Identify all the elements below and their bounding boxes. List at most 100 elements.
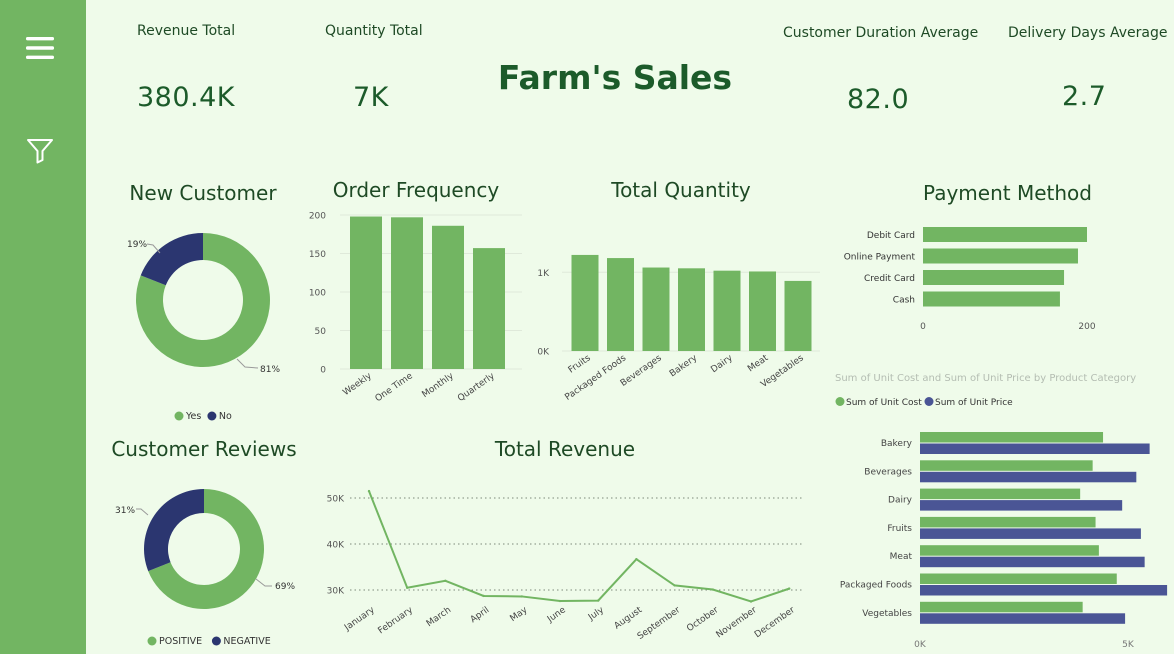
order-frequency-bar-chart[interactable]: 0 50 100 150 200 Weekly One Time Monthly Quarter… [300, 205, 530, 405]
x-tick-label: 200 [1078, 322, 1095, 332]
bar-online-payment [923, 248, 1078, 264]
bar-meat [749, 271, 776, 351]
legend-label: POSITIVE [159, 636, 202, 647]
y-tick-label: 200 [309, 212, 326, 222]
y-tick-label: 30K [327, 587, 345, 597]
data-point-april [482, 594, 485, 598]
bar-cost-packaged-foods [920, 573, 1117, 584]
total-quantity-title: Total Quantity [611, 178, 751, 202]
legend-marker [207, 411, 217, 421]
data-label: 19% [127, 240, 147, 250]
x-tick-label: November [715, 605, 759, 640]
donut-slice-no [140, 233, 203, 286]
x-tick-label: 0 [920, 322, 926, 332]
data-point-february [406, 586, 409, 589]
data-label: 81% [260, 365, 280, 375]
legend-marker [924, 397, 934, 406]
bar-price-fruits [920, 528, 1141, 539]
cost-price-bar-chart[interactable]: Sum of Unit Cost and Sum of Unit Price b… [830, 365, 1174, 654]
x-tick-label: Weekly [341, 371, 374, 398]
bar-debit-card [923, 227, 1087, 242]
data-point-may [520, 595, 523, 598]
chart-title: Sum of Unit Cost and Sum of Unit Price b… [835, 373, 1136, 384]
bar-vegetables [784, 280, 812, 351]
y-tick-label: 150 [309, 250, 326, 260]
bar-price-beverages [920, 471, 1137, 483]
bar-price-packaged-foods [920, 585, 1168, 596]
quantity-total-label: Quantity Total [325, 23, 423, 39]
bar-monthly [432, 225, 464, 369]
payment-method-bar-chart[interactable]: Debit Card Online Payment Credit Card Cash 0… [830, 220, 1130, 335]
bar-quarterly [473, 248, 505, 369]
bar-packaged-foods [607, 258, 634, 351]
data-label-leader [255, 578, 272, 587]
data-point-december [788, 587, 791, 590]
x-tick-label: October [685, 605, 720, 634]
bar-cost-bakery [920, 432, 1104, 443]
x-tick-label: One Time [374, 371, 416, 404]
data-label: 31% [115, 506, 135, 516]
total-quantity-bar-chart[interactable]: 0K1KFruitsPackaged FoodsBeverages Bakery D… [530, 225, 820, 410]
x-tick-label: Bakery [668, 353, 700, 379]
bar-cost-beverages [920, 460, 1093, 471]
y-tick-label: Beverages [864, 467, 912, 477]
x-tick-label: March [425, 605, 453, 629]
x-tick-label: Fruits [567, 353, 593, 376]
y-tick-label: Fruits [887, 524, 912, 534]
y-tick-label: Dairy [888, 496, 913, 506]
y-tick-label: 0K [537, 348, 550, 358]
data-label-leader [136, 508, 149, 516]
data-point-july [597, 599, 600, 602]
delivery-days-label: Delivery Days Average [1008, 25, 1168, 41]
legend-marker [174, 411, 184, 421]
order-frequency-title: Order Frequency [332, 178, 500, 202]
customer-reviews-title: Customer Reviews [111, 437, 297, 461]
payment-method-title: Payment Method [923, 181, 1092, 205]
x-tick-label: July [586, 605, 606, 623]
x-tick-label: 5K [1122, 640, 1135, 650]
bar-cost-vegetables [920, 601, 1083, 613]
customer-duration-value: 82.0 [847, 84, 910, 115]
x-tick-label: June [545, 605, 568, 625]
bar-bakery [678, 268, 705, 351]
legend-marker [147, 636, 157, 646]
x-tick-label: Quarterly [456, 371, 497, 404]
y-tick-label: Vegetables [862, 609, 912, 619]
bar-credit-card [923, 270, 1065, 285]
page-title: Farm's Sales [497, 58, 733, 97]
quantity-total-value: 7K [353, 82, 389, 113]
series-line-revenue [368, 490, 790, 603]
legend-marker [211, 636, 221, 646]
y-tick-label: Debit Card [867, 231, 915, 241]
revenue-total-label: Revenue Total [137, 23, 236, 39]
bar-weekly [350, 216, 382, 369]
customer-reviews-donut-chart[interactable]: 69% 31% POSITIVE NEGATIVE [100, 482, 310, 654]
x-tick-label: Packaged Foods [563, 353, 628, 403]
total-revenue-line-chart[interactable]: 30K 40K 50K January February March April May Jun… [300, 480, 815, 654]
data-label-leader [236, 358, 259, 369]
legend-label: Yes [185, 411, 201, 422]
filter-icon[interactable] [20, 133, 60, 169]
y-tick-label: Credit Card [864, 274, 915, 284]
customer-duration-label: Customer Duration Average [783, 25, 979, 41]
revenue-total-value: 380.4K [137, 82, 236, 113]
data-label: 69% [275, 582, 295, 592]
data-point-august [635, 557, 638, 561]
bar-fruits [571, 254, 599, 351]
data-point-june [558, 599, 562, 603]
y-tick-label: 50 [315, 327, 327, 337]
new-customer-title: New Customer [129, 181, 277, 205]
data-point-march [444, 579, 447, 582]
x-tick-label: Dairy [709, 353, 735, 375]
y-tick-label: 0 [320, 366, 326, 376]
new-customer-donut-chart[interactable]: 81% 19% Yes No [100, 225, 310, 430]
x-tick-label: 0K [914, 640, 927, 650]
x-tick-label: September [636, 605, 683, 642]
bar-cash [923, 291, 1060, 307]
data-point-october [711, 588, 714, 591]
sidebar [0, 0, 86, 654]
bar-one-time [391, 217, 423, 369]
hamburger-menu-icon[interactable] [20, 30, 60, 66]
bar-beverages [642, 267, 670, 351]
legend-marker [835, 397, 845, 406]
